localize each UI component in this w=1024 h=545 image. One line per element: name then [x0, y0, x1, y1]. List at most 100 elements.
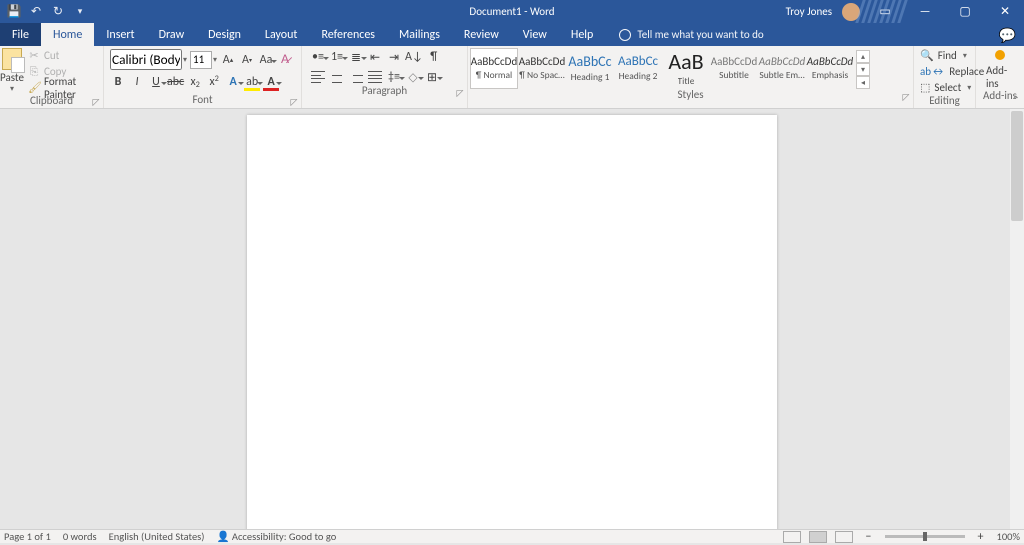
- page[interactable]: [247, 115, 777, 529]
- comments-icon[interactable]: 💬: [999, 27, 1016, 44]
- find-button[interactable]: 🔍Find▾: [920, 48, 969, 63]
- tab-design[interactable]: Design: [196, 23, 253, 46]
- style--normal[interactable]: AaBbCcDd¶ Normal: [470, 48, 518, 89]
- user-name[interactable]: Troy Jones: [786, 5, 832, 18]
- replace-button[interactable]: ab↔Replace: [920, 64, 969, 79]
- size-dropdown-icon[interactable]: ▾: [213, 55, 217, 65]
- font-color-button[interactable]: A: [263, 74, 279, 90]
- vertical-scrollbar[interactable]: [1010, 109, 1024, 529]
- clipboard-dialog-launcher[interactable]: ◸: [91, 97, 101, 107]
- style-emphasis[interactable]: AaBbCcDdEmphasis: [806, 48, 854, 89]
- tab-references[interactable]: References: [309, 23, 387, 46]
- clear-formatting-button[interactable]: A̷: [277, 52, 293, 68]
- tab-insert[interactable]: Insert: [94, 23, 146, 46]
- cut-button[interactable]: ✂Cut: [28, 48, 99, 63]
- select-dropdown-icon[interactable]: ▾: [967, 83, 971, 93]
- font-name-select[interactable]: [110, 49, 182, 70]
- tab-draw[interactable]: Draw: [147, 23, 197, 46]
- find-dropdown-icon[interactable]: ▾: [963, 51, 967, 61]
- style-name-label: ¶ No Spac…: [519, 69, 565, 81]
- tell-me-search[interactable]: Tell me what you want to do: [605, 23, 763, 46]
- collapse-ribbon-icon[interactable]: ⌃: [1012, 93, 1020, 106]
- bullets-button[interactable]: •≡: [310, 49, 326, 65]
- paragraph-dialog-launcher[interactable]: ◸: [455, 88, 465, 98]
- maximize-button[interactable]: ▢: [950, 0, 980, 23]
- shading-button[interactable]: ◇: [405, 69, 421, 85]
- styles-scroll-1[interactable]: ▾: [856, 63, 870, 76]
- style-subtitle[interactable]: AaBbCcDdSubtitle: [710, 48, 758, 89]
- status-words[interactable]: 0 words: [63, 530, 97, 543]
- sort-button[interactable]: A↓: [405, 49, 423, 65]
- font-dropdown-icon[interactable]: ▾: [183, 55, 187, 65]
- multilevel-list-button[interactable]: ≣: [348, 49, 364, 65]
- increase-indent-button[interactable]: ⇥: [386, 49, 402, 65]
- font-group-label: Font: [192, 93, 212, 106]
- grow-font-button[interactable]: A▴: [220, 52, 236, 68]
- tab-mailings[interactable]: Mailings: [387, 23, 452, 46]
- file-tab[interactable]: File: [0, 23, 41, 46]
- zoom-out-button[interactable]: −: [861, 529, 877, 545]
- style-heading-2[interactable]: AaBbCcHeading 2: [614, 48, 662, 89]
- document-area[interactable]: [0, 109, 1024, 529]
- qat-more-icon[interactable]: ▾: [72, 4, 88, 20]
- paste-button[interactable]: Paste ▾: [0, 46, 24, 95]
- styles-dialog-launcher[interactable]: ◸: [901, 92, 911, 102]
- font-dialog-launcher[interactable]: ◸: [289, 97, 299, 107]
- zoom-slider[interactable]: [885, 535, 965, 538]
- style--no-spac-[interactable]: AaBbCcDd¶ No Spac…: [518, 48, 566, 89]
- font-size-select[interactable]: [190, 51, 212, 69]
- shrink-font-button[interactable]: A▾: [239, 52, 255, 68]
- style-heading-1[interactable]: AaBbCcHeading 1: [566, 48, 614, 89]
- borders-button[interactable]: ⊞: [424, 69, 440, 85]
- italic-button[interactable]: I: [129, 74, 145, 90]
- minimize-button[interactable]: —: [910, 0, 940, 23]
- superscript-button[interactable]: x2: [206, 74, 222, 90]
- align-center-button[interactable]: [329, 69, 345, 85]
- text-effects-button[interactable]: A: [225, 74, 241, 90]
- tab-layout[interactable]: Layout: [253, 23, 310, 46]
- format-painter-button[interactable]: 🖌Format Painter: [28, 80, 99, 95]
- line-spacing-button[interactable]: ‡≡: [386, 69, 402, 85]
- cut-label: Cut: [44, 49, 59, 62]
- align-left-button[interactable]: [310, 69, 326, 85]
- change-case-button[interactable]: Aa: [258, 52, 274, 68]
- redo-icon[interactable]: ↻: [50, 4, 66, 20]
- web-layout-button[interactable]: [835, 531, 853, 543]
- tab-home[interactable]: Home: [41, 23, 94, 46]
- tab-view[interactable]: View: [511, 23, 559, 46]
- status-language[interactable]: English (United States): [109, 530, 205, 543]
- status-page[interactable]: Page 1 of 1: [4, 530, 51, 543]
- status-accessibility[interactable]: 👤 Accessibility: Good to go: [216, 530, 336, 543]
- numbering-button[interactable]: 1≡: [329, 49, 345, 65]
- strikethrough-button[interactable]: abc: [167, 74, 184, 90]
- select-button[interactable]: ⬚Select▾: [920, 80, 969, 95]
- undo-icon[interactable]: ↶: [28, 4, 44, 20]
- paste-dropdown-icon[interactable]: ▾: [10, 84, 14, 94]
- print-layout-button[interactable]: [809, 531, 827, 543]
- bold-button[interactable]: B: [110, 74, 126, 90]
- zoom-thumb[interactable]: [923, 532, 927, 541]
- align-right-button[interactable]: [348, 69, 364, 85]
- justify-button[interactable]: [367, 69, 383, 85]
- styles-scroll-0[interactable]: ▴: [856, 50, 870, 63]
- tab-review[interactable]: Review: [452, 23, 511, 46]
- style-name-label: Emphasis: [812, 69, 848, 81]
- zoom-level[interactable]: 100%: [997, 530, 1020, 543]
- save-icon[interactable]: 💾: [6, 4, 22, 20]
- addins-button[interactable]: Add-ins: [976, 46, 1024, 90]
- zoom-in-button[interactable]: +: [973, 529, 989, 545]
- close-button[interactable]: ✕: [990, 0, 1020, 23]
- tab-help[interactable]: Help: [559, 23, 606, 46]
- style-name-label: Heading 1: [571, 71, 610, 83]
- underline-button[interactable]: U: [148, 74, 164, 90]
- subscript-button[interactable]: x2: [187, 74, 203, 90]
- read-mode-button[interactable]: [783, 531, 801, 543]
- style-subtle-em-[interactable]: AaBbCcDdSubtle Em…: [758, 48, 806, 89]
- style-title[interactable]: AaBTitle: [662, 48, 710, 89]
- styles-scroll-2[interactable]: ◂: [856, 76, 870, 89]
- styles-group-label: Styles: [677, 88, 703, 101]
- scrollbar-thumb[interactable]: [1011, 111, 1023, 221]
- decrease-indent-button[interactable]: ⇤: [367, 49, 383, 65]
- highlight-button[interactable]: ab: [244, 74, 260, 90]
- show-marks-button[interactable]: ¶: [426, 49, 442, 65]
